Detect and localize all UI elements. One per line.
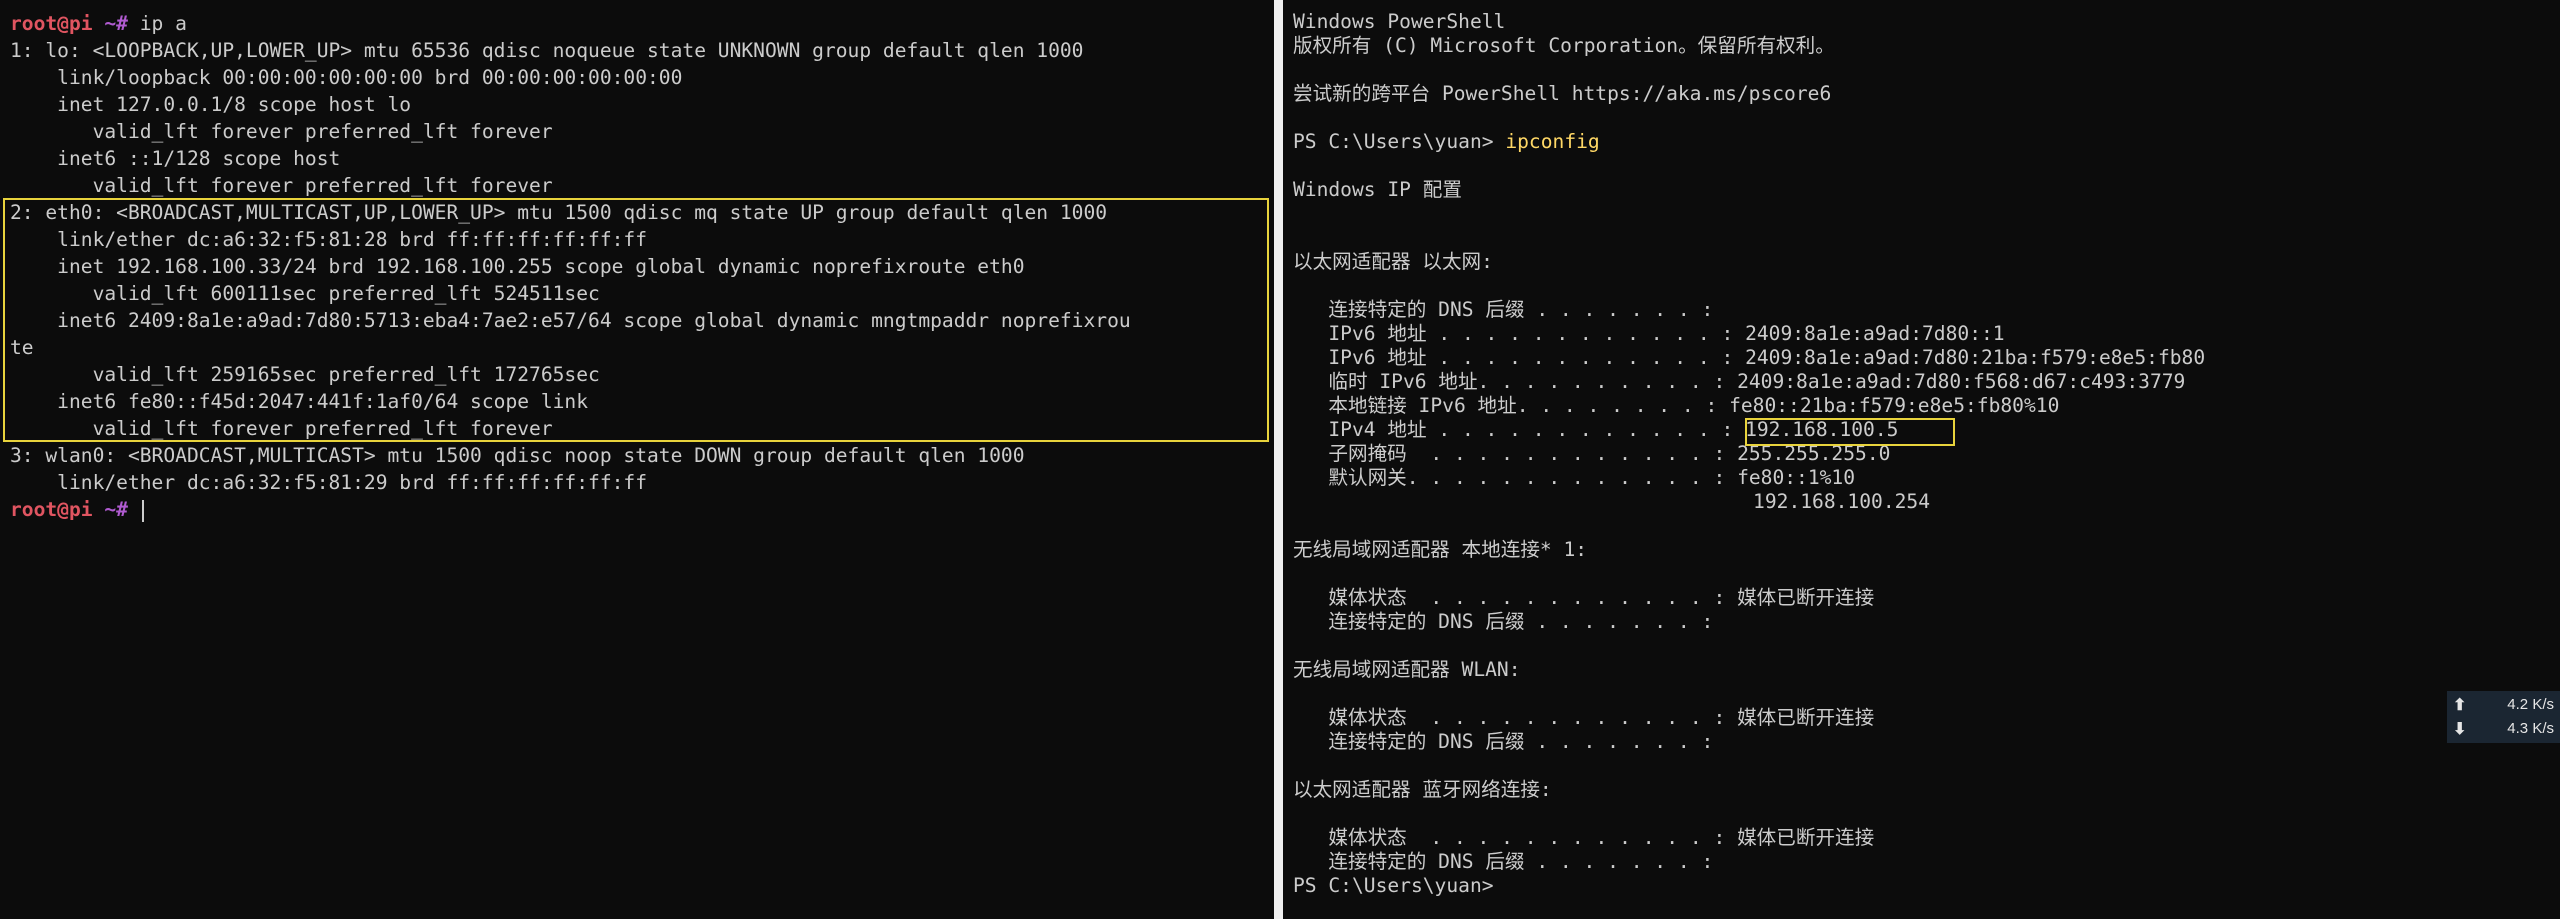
down-arrow-icon: ⬇ bbox=[2453, 721, 2467, 738]
powershell-banner: Windows PowerShell 版权所有 (C) Microsoft Cor… bbox=[1283, 10, 2560, 130]
terminal-line: inet6 2409:8a1e:a9ad:7d80:5713:eba4:7ae2… bbox=[10, 309, 1131, 332]
download-speed: 4.3 K/s bbox=[2507, 720, 2554, 737]
terminal-line: 版权所有 (C) Microsoft Corporation。保留所有权利。 bbox=[1293, 34, 1835, 57]
terminal-line: valid_lft 600111sec preferred_lft 524511… bbox=[10, 282, 600, 305]
powershell-output: Windows PowerShell 版权所有 (C) Microsoft Cor… bbox=[1283, 10, 2560, 898]
terminal-line: valid_lft forever preferred_lft forever bbox=[10, 417, 553, 440]
terminal-line: inet 192.168.100.33/24 brd 192.168.100.2… bbox=[10, 255, 1025, 278]
terminal-line: link/loopback 00:00:00:00:00:00 brd 00:0… bbox=[10, 66, 683, 89]
terminal-line: 临时 IPv6 地址. . . . . . . . . . : 2409:8a1… bbox=[1293, 370, 2186, 393]
terminal-line: 3: wlan0: <BROADCAST,MULTICAST> mtu 1500… bbox=[10, 444, 1025, 467]
network-speed-widget: ⬆ 4.2 K/s ⬇ 4.3 K/s bbox=[2447, 691, 2560, 743]
terminal-line: link/ether dc:a6:32:f5:81:29 brd ff:ff:f… bbox=[10, 471, 648, 494]
command-prompt-line: root@pi ~# ip a bbox=[0, 10, 1274, 37]
prompt-user: root@pi bbox=[10, 12, 93, 35]
terminal-line: 媒体状态 . . . . . . . . . . . . : 媒体已断开连接 bbox=[1293, 706, 1875, 729]
terminal-line: 连接特定的 DNS 后缀 . . . . . . . : bbox=[1293, 850, 1714, 873]
terminal-line: 1: lo: <LOOPBACK,UP,LOWER_UP> mtu 65536 … bbox=[10, 39, 1084, 62]
terminal-line: valid_lft forever preferred_lft forever bbox=[10, 120, 553, 143]
terminal-line: inet6 ::1/128 scope host bbox=[10, 147, 341, 170]
terminal-line: 默认网关. . . . . . . . . . . . . : fe80::1%… bbox=[1293, 466, 1856, 489]
terminal-line: Windows IP 配置 bbox=[1293, 178, 1462, 201]
terminal-line: 无线局域网适配器 本地连接* 1: bbox=[1293, 538, 1588, 561]
terminal-line: 2: eth0: <BROADCAST,MULTICAST,UP,LOWER_U… bbox=[10, 201, 1108, 224]
terminal-line: 媒体状态 . . . . . . . . . . . . : 媒体已断开连接 bbox=[1293, 586, 1875, 609]
linux-terminal-pane[interactable]: root@pi ~# ip a 1: lo: <LOOPBACK,UP,LOWE… bbox=[0, 0, 1274, 919]
active-prompt-line[interactable]: root@pi ~# bbox=[0, 496, 1274, 523]
terminal-line: te bbox=[10, 336, 34, 359]
terminal-line: 以太网适配器 以太网: bbox=[1293, 250, 1493, 273]
prompt-path: ~# bbox=[104, 12, 128, 35]
linux-terminal-output: root@pi ~# ip a 1: lo: <LOOPBACK,UP,LOWE… bbox=[0, 10, 1274, 523]
terminal-line: 以太网适配器 蓝牙网络连接: bbox=[1293, 778, 1552, 801]
upload-speed: 4.2 K/s bbox=[2507, 696, 2554, 713]
entered-command: ip a bbox=[139, 12, 187, 35]
powershell-pane[interactable]: Windows PowerShell 版权所有 (C) Microsoft Cor… bbox=[1283, 0, 2560, 919]
command-prompt-line: PS C:\Users\yuan> ipconfig bbox=[1283, 130, 2560, 154]
terminal-line: 媒体状态 . . . . . . . . . . . . : 媒体已断开连接 bbox=[1293, 826, 1875, 849]
entered-command: ipconfig bbox=[1505, 130, 1600, 153]
ipconfig-output: Windows IP 配置以太网适配器 以太网: 连接特定的 DNS 后缀 . … bbox=[1283, 154, 2560, 874]
terminal-line: IPv6 地址 . . . . . . . . . . . . : 2409:8… bbox=[1293, 322, 2005, 345]
terminal-line: 尝试新的跨平台 PowerShell https://aka.ms/pscore… bbox=[1293, 82, 1832, 105]
command-output: 1: lo: <LOOPBACK,UP,LOWER_UP> mtu 65536 … bbox=[0, 37, 1274, 496]
terminal-line: 连接特定的 DNS 后缀 . . . . . . . : bbox=[1293, 298, 1714, 321]
ps-prompt: PS C:\Users\yuan> bbox=[1293, 874, 1494, 897]
text-cursor bbox=[141, 499, 144, 522]
pane-divider[interactable] bbox=[1274, 0, 1283, 919]
terminal-line: valid_lft 259165sec preferred_lft 172765… bbox=[10, 363, 600, 386]
terminal-line: IPv4 地址 . . . . . . . . . . . . : 192.16… bbox=[1293, 418, 1899, 441]
prompt-path: ~# bbox=[104, 498, 128, 521]
terminal-line: valid_lft forever preferred_lft forever bbox=[10, 174, 553, 197]
terminal-line: 192.168.100.254 bbox=[1293, 490, 1931, 513]
terminal-line: 连接特定的 DNS 后缀 . . . . . . . : bbox=[1293, 610, 1714, 633]
terminal-line: inet6 fe80::f45d:2047:441f:1af0/64 scope… bbox=[10, 390, 589, 413]
terminal-line: link/ether dc:a6:32:f5:81:28 brd ff:ff:f… bbox=[10, 228, 648, 251]
terminal-line: IPv6 地址 . . . . . . . . . . . . : 2409:8… bbox=[1293, 346, 2206, 369]
upload-speed-row: ⬆ 4.2 K/s bbox=[2447, 693, 2560, 717]
download-speed-row: ⬇ 4.3 K/s bbox=[2447, 717, 2560, 741]
active-prompt-line[interactable]: PS C:\Users\yuan> bbox=[1283, 874, 2560, 898]
ps-prompt: PS C:\Users\yuan> bbox=[1293, 130, 1506, 153]
up-arrow-icon: ⬆ bbox=[2453, 697, 2467, 714]
terminal-line: 本地链接 IPv6 地址. . . . . . . . : fe80::21ba… bbox=[1293, 394, 2060, 417]
terminal-line: inet 127.0.0.1/8 scope host lo bbox=[10, 93, 412, 116]
prompt-user: root@pi bbox=[10, 498, 93, 521]
terminal-line: 无线局域网适配器 WLAN: bbox=[1293, 658, 1521, 681]
terminal-line: 连接特定的 DNS 后缀 . . . . . . . : bbox=[1293, 730, 1714, 753]
terminal-line: Windows PowerShell bbox=[1293, 10, 1506, 33]
terminal-line: 子网掩码 . . . . . . . . . . . . : 255.255.2… bbox=[1293, 442, 1891, 465]
